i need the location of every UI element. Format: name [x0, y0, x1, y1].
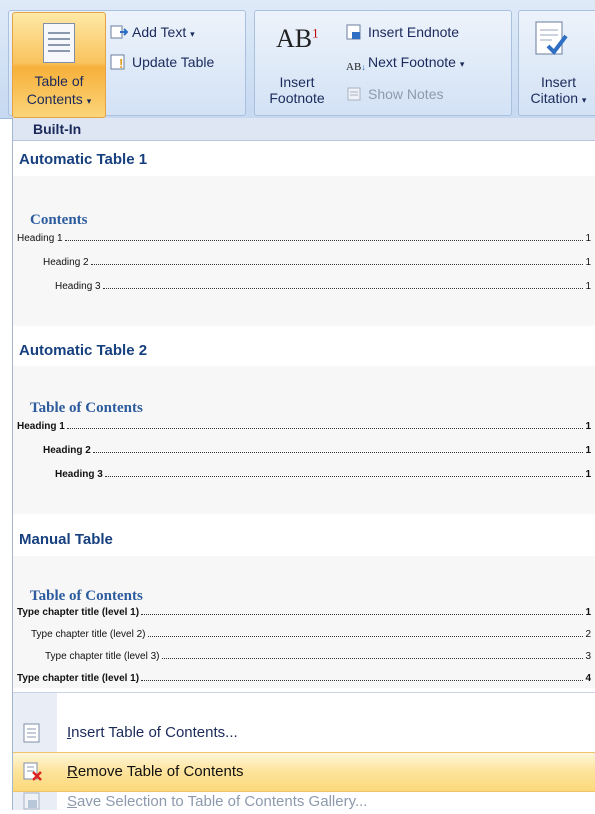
toc-preview-row: Heading 31 — [55, 281, 591, 292]
add-text-icon — [110, 24, 129, 40]
menu-separator — [13, 692, 595, 693]
gallery-category-header: Built-In — [13, 118, 595, 141]
preview-title: Table of Contents — [30, 400, 143, 416]
save-selection-label: Save Selection to Table of Contents Gall… — [67, 793, 368, 810]
toc-preview-row: Heading 11 — [17, 233, 591, 244]
svg-text:!: ! — [119, 56, 123, 70]
toc-preview-row: Heading 11 — [17, 421, 591, 432]
toc-preview-row: Type chapter title (level 2) 2 — [31, 629, 591, 640]
show-notes-icon — [346, 86, 364, 102]
gallery-item-title: Automatic Table 2 — [19, 342, 148, 359]
insert-toc-menu-item[interactable]: Insert Table of Contents... — [13, 714, 595, 752]
footnote-ab-icon: AB1 — [276, 24, 319, 53]
preview-title: Table of Contents — [30, 588, 143, 604]
next-footnote-icon: AB↓ — [346, 61, 366, 73]
next-footnote-button[interactable]: AB↓ Next Footnote ▾ — [346, 54, 464, 77]
show-notes-button[interactable]: Show Notes — [346, 86, 443, 102]
insert-citation-button[interactable]: Insert Citation ▾ — [522, 18, 595, 110]
toc-gallery-dropdown: Built-In Automatic Table 1 Contents Head… — [12, 118, 595, 810]
save-selection-menu-item[interactable]: Save Selection to Table of Contents Gall… — [13, 790, 595, 810]
toc-preview-row: Heading 31 — [55, 469, 591, 480]
insert-toc-icon — [23, 723, 41, 743]
remove-toc-menu-item[interactable]: Remove Table of Contents — [13, 752, 595, 792]
gallery-item-title: Manual Table — [19, 531, 113, 548]
gallery-item-manual-table[interactable]: Table of Contents Type chapter title (le… — [13, 556, 595, 688]
endnote-icon — [346, 24, 364, 40]
remove-toc-icon — [23, 762, 42, 782]
insert-footnote-button[interactable]: AB1 Insert Footnote — [262, 18, 332, 110]
add-text-button[interactable]: Add Text ▾ — [110, 24, 195, 40]
table-of-contents-button[interactable]: Table of Contents ▾ — [12, 12, 106, 118]
insert-footnote-label: Insert Footnote — [269, 74, 325, 106]
insert-endnote-button[interactable]: Insert Endnote — [346, 24, 459, 40]
table-of-contents-icon — [43, 23, 75, 63]
save-selection-icon — [23, 792, 41, 812]
insert-citation-label: Insert Citation ▾ — [530, 74, 587, 106]
toc-preview-row: Type chapter title (level 3) 3 — [45, 651, 591, 662]
insert-toc-label: Insert Table of Contents... — [67, 724, 238, 741]
toc-preview-row: Type chapter title (level 1) 1 — [17, 607, 591, 618]
update-table-button[interactable]: ! Update Table — [110, 54, 214, 71]
toc-preview-row: Type chapter title (level 1) 4 — [17, 673, 591, 684]
toc-preview-row: Heading 21 — [43, 445, 591, 456]
gallery-item-automatic-table-1[interactable]: Contents Heading 11 Heading 21 Heading 3… — [13, 176, 595, 326]
toc-label-line1: Table of — [34, 73, 84, 89]
gallery-item-title: Automatic Table 1 — [19, 151, 148, 168]
gallery-item-automatic-table-2[interactable]: Table of Contents Heading 11 Heading 21 … — [13, 366, 595, 514]
chevron-down-icon: ▾ — [459, 59, 465, 69]
citation-icon — [534, 20, 568, 60]
chevron-down-icon: ▾ — [190, 29, 195, 39]
toc-label-line2: Contents ▾ — [26, 91, 92, 107]
references-ribbon: Table of Contents ▾ Add Text ▾ ! Update … — [0, 0, 595, 119]
toc-preview-row: Heading 21 — [43, 257, 591, 268]
preview-title: Contents — [30, 212, 88, 228]
remove-toc-label: Remove Table of Contents — [67, 763, 244, 780]
update-table-icon: ! — [110, 54, 128, 71]
